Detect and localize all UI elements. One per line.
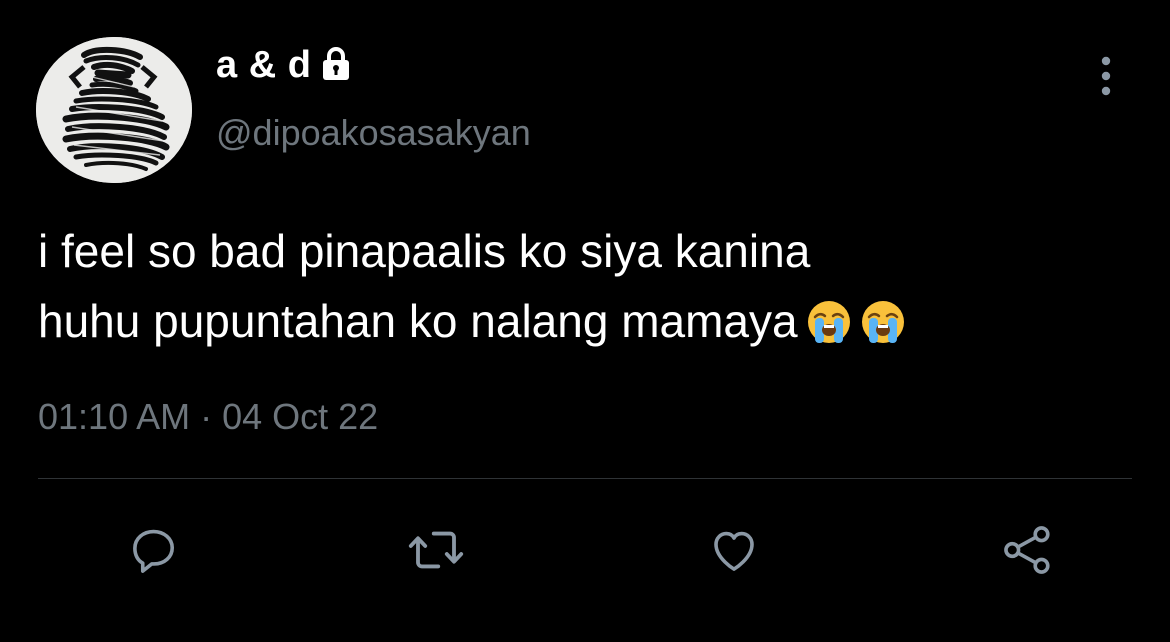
retweet-icon	[408, 531, 464, 569]
avatar[interactable]	[36, 37, 192, 183]
retweet-button[interactable]	[404, 518, 468, 582]
bottom-edge	[0, 634, 1170, 642]
loudly-crying-face-emoji-icon	[860, 294, 906, 343]
loudly-crying-face-emoji-icon	[806, 294, 852, 343]
display-name[interactable]: a & d	[216, 44, 351, 87]
user-handle[interactable]: @dipoakosasakyan	[216, 112, 531, 154]
more-vertical-icon[interactable]	[1092, 55, 1120, 97]
lock-icon	[321, 46, 351, 82]
tweet-timestamp[interactable]: 01:10 AM · 04 Oct 22	[38, 396, 378, 438]
like-button[interactable]	[702, 518, 766, 582]
reply-icon	[133, 529, 175, 573]
divider	[38, 478, 1132, 479]
avatar-image	[36, 37, 192, 183]
like-icon	[714, 531, 754, 571]
tweet-text: i feel so bad pinapaalis ko siya kanina …	[38, 216, 1128, 356]
tweet-text-line-2-text: huhu pupuntahan ko nalang mamaya	[38, 295, 798, 347]
reply-button[interactable]	[122, 518, 186, 582]
tweet-text-line-1: i feel so bad pinapaalis ko siya kanina	[38, 225, 811, 277]
share-icon	[1004, 526, 1050, 574]
tweet-card: a & d @dipoakosasakyan i feel so bad pin…	[0, 0, 1170, 642]
tweet-text-line-2: huhu pupuntahan ko nalang mamaya	[38, 286, 1128, 356]
display-name-text: a & d	[216, 44, 312, 86]
share-button[interactable]	[996, 518, 1060, 582]
